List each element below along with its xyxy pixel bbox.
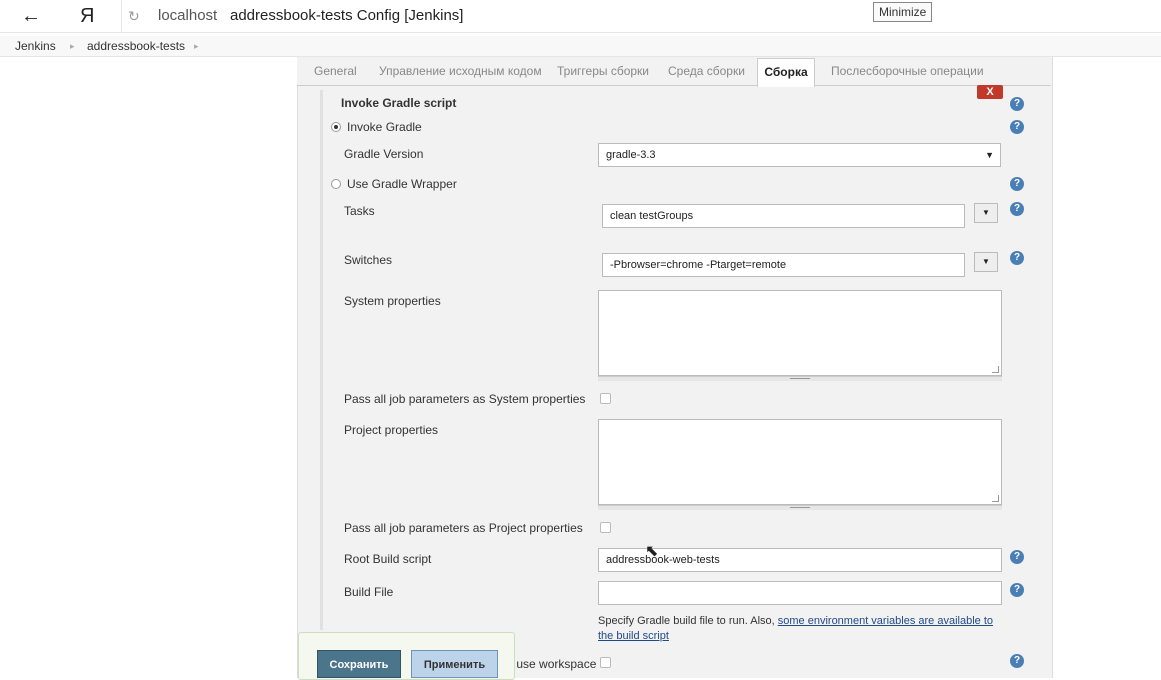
save-button[interactable]: Сохранить bbox=[317, 650, 401, 678]
reload-icon[interactable]: ↻ bbox=[128, 6, 144, 26]
system-properties-textarea[interactable] bbox=[598, 290, 1002, 376]
invoke-gradle-radio[interactable] bbox=[331, 122, 341, 132]
project-properties-label: Project properties bbox=[344, 423, 439, 437]
config-tabbar: General Управление исходным кодом Тригге… bbox=[297, 57, 1051, 86]
chevron-down-icon: ▼ bbox=[985, 150, 994, 160]
tab-environment[interactable]: Среда сборки bbox=[668, 64, 745, 78]
breadcrumb-addressbook-tests[interactable]: addressbook-tests bbox=[87, 39, 185, 53]
textarea-resize-handle[interactable] bbox=[598, 376, 1002, 381]
expand-tasks-icon[interactable]: ▼ bbox=[974, 203, 998, 223]
pass-system-props-label: Pass all job parameters as System proper… bbox=[344, 392, 586, 406]
gradle-version-label: Gradle Version bbox=[344, 147, 424, 161]
expand-switches-icon[interactable]: ▼ bbox=[974, 252, 998, 272]
tab-post-build[interactable]: Послесборочные операции bbox=[831, 64, 984, 78]
help-icon[interactable]: ? bbox=[1010, 251, 1024, 265]
pass-project-props-checkbox[interactable] bbox=[600, 522, 611, 533]
gradle-version-select[interactable]: gradle-3.3 ▼ bbox=[598, 143, 1001, 167]
step-title: Invoke Gradle script bbox=[341, 96, 457, 110]
help-icon[interactable]: ? bbox=[1010, 177, 1024, 191]
breadcrumb-arrow-icon[interactable]: ▸ bbox=[194, 39, 199, 53]
mouse-cursor-icon: ⬉ bbox=[645, 543, 659, 560]
invoke-gradle-label: Invoke Gradle bbox=[347, 120, 422, 134]
help-icon[interactable]: ? bbox=[1010, 550, 1024, 564]
use-workspace-label: to use workspace bbox=[503, 657, 597, 671]
project-properties-textarea[interactable] bbox=[598, 419, 1002, 505]
gradle-version-value: gradle-3.3 bbox=[606, 149, 656, 161]
delete-step-button[interactable]: X bbox=[977, 85, 1003, 99]
resize-grip-icon[interactable] bbox=[992, 366, 999, 373]
use-wrapper-radio[interactable] bbox=[331, 179, 341, 189]
minimize-tooltip: Minimize bbox=[873, 2, 933, 22]
help-icon[interactable]: ? bbox=[1010, 654, 1024, 668]
build-file-input[interactable] bbox=[598, 581, 1002, 605]
help-icon[interactable]: ? bbox=[1010, 202, 1024, 216]
tasks-label: Tasks bbox=[344, 204, 375, 218]
switches-input[interactable]: -Pbrowser=chrome -Ptarget=remote bbox=[602, 253, 965, 277]
address-bar-host[interactable]: localhost bbox=[158, 6, 217, 26]
tasks-input[interactable]: clean testGroups bbox=[602, 204, 965, 228]
apply-button[interactable]: Применить bbox=[411, 650, 498, 678]
pass-system-props-checkbox[interactable] bbox=[600, 393, 611, 404]
tab-build[interactable]: Сборка bbox=[757, 58, 815, 87]
build-file-hint: Specify Gradle build file to run. Also, … bbox=[598, 614, 1008, 644]
root-build-script-label: Root Build script bbox=[344, 552, 432, 566]
breadcrumb: Jenkins ▸ addressbook-tests ▸ bbox=[0, 36, 1161, 57]
help-icon[interactable]: ? bbox=[1010, 120, 1024, 134]
textarea-resize-handle[interactable] bbox=[598, 505, 1002, 510]
tab-general[interactable]: General bbox=[314, 64, 357, 78]
yandex-logo[interactable]: Я bbox=[80, 4, 100, 28]
use-wrapper-label: Use Gradle Wrapper bbox=[347, 177, 457, 191]
resize-grip-icon[interactable] bbox=[992, 495, 999, 502]
switches-label: Switches bbox=[344, 253, 393, 267]
root-build-script-input[interactable]: addressbook-web-tests bbox=[598, 548, 1002, 572]
step-drag-handle[interactable] bbox=[320, 90, 323, 630]
page-title: addressbook-tests Config [Jenkins] bbox=[230, 7, 464, 24]
toolbar-divider bbox=[121, 0, 122, 32]
help-icon[interactable]: ? bbox=[1010, 583, 1024, 597]
tab-scm[interactable]: Управление исходным кодом bbox=[379, 64, 542, 78]
build-file-hint-text: Specify Gradle build file to run. Also, bbox=[598, 615, 778, 627]
back-arrow-icon[interactable]: ← bbox=[18, 4, 44, 28]
breadcrumb-jenkins[interactable]: Jenkins bbox=[15, 39, 56, 53]
pass-project-props-label: Pass all job parameters as Project prope… bbox=[344, 521, 583, 535]
help-icon[interactable]: ? bbox=[1010, 97, 1024, 111]
system-properties-label: System properties bbox=[344, 294, 441, 308]
tab-triggers[interactable]: Триггеры сборки bbox=[557, 64, 649, 78]
breadcrumb-arrow-icon[interactable]: ▸ bbox=[70, 39, 75, 53]
use-workspace-checkbox[interactable] bbox=[600, 657, 611, 668]
build-file-label: Build File bbox=[344, 585, 394, 599]
